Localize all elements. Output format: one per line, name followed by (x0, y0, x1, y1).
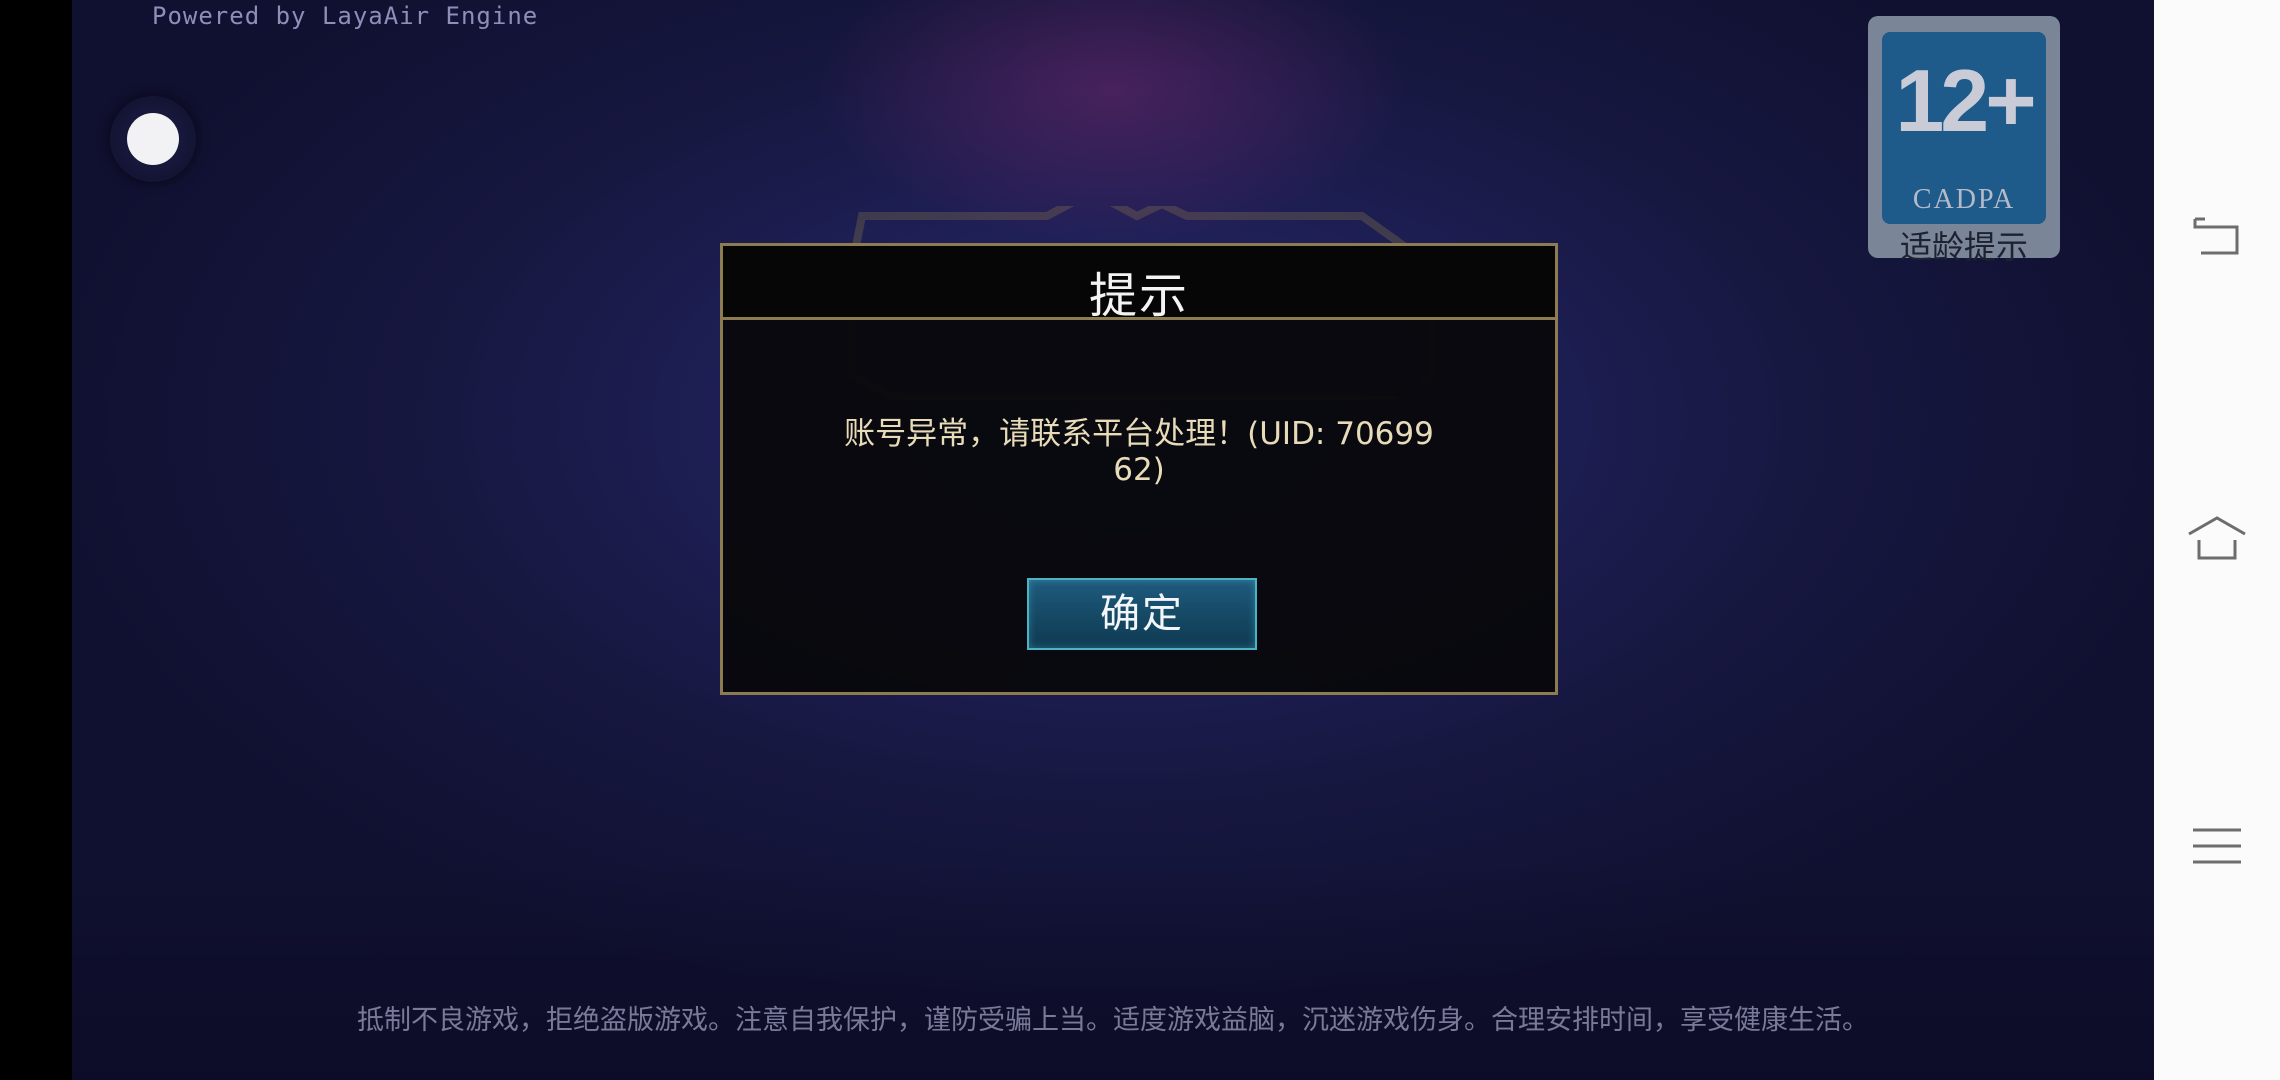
dialog-message: 账号异常，请联系平台处理！(UID: 7069962) (844, 416, 1434, 488)
dialog-title: 提示 (1088, 268, 1189, 324)
health-notice: 抵制不良游戏，拒绝盗版游戏。注意自我保护，谨防受骗上当。适度游戏益脑，沉迷游戏伤… (357, 1005, 1869, 1036)
system-navigation-bar (2154, 0, 2280, 1080)
age-rating-label: 适龄提示 (1899, 228, 2028, 266)
dialog-title-bar: 提示 (723, 246, 1555, 324)
age-rating-number: 12+ (1895, 51, 2036, 150)
back-icon[interactable] (2187, 205, 2247, 265)
engine-credit: Powered by LayaAir Engine (152, 2, 539, 30)
alert-dialog: 提示 账号异常，请联系平台处理！(UID: 7069962) 确定 (720, 243, 1558, 695)
home-icon[interactable] (2187, 510, 2247, 570)
age-rating-org: CADPA (1912, 184, 2016, 215)
age-rating-panel: 12+ CADPA (1882, 32, 2046, 224)
age-rating-badge: 12+ CADPA 适龄提示 (1868, 16, 2060, 266)
menu-icon[interactable] (2187, 816, 2247, 876)
left-black-strip (0, 0, 72, 1080)
screen: Powered by LayaAir Engine 12+ CADPA 适龄提示… (0, 0, 2280, 1080)
floating-assistant-button[interactable] (110, 96, 196, 182)
confirm-button[interactable]: 确定 (1027, 578, 1257, 650)
floating-ball-icon (127, 113, 179, 165)
